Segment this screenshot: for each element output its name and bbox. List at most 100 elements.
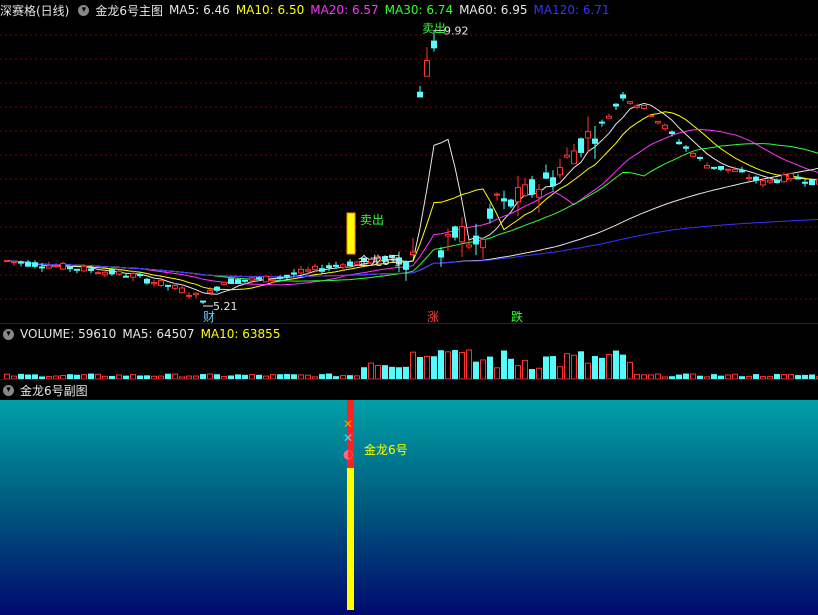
candle [501, 190, 507, 210]
candle [11, 261, 17, 266]
volume-bar [424, 356, 430, 380]
volume-bar [473, 361, 479, 380]
candle [263, 275, 269, 283]
ma60-line [6, 167, 818, 278]
volume-bar [466, 349, 472, 380]
candle [228, 278, 234, 284]
candle [578, 137, 584, 158]
candle [95, 270, 101, 275]
candle [697, 156, 703, 162]
candle [291, 269, 297, 277]
candle [319, 264, 325, 274]
chevron-down-icon[interactable]: ▾ [3, 384, 14, 396]
volume-bar [585, 362, 591, 380]
candle [410, 237, 416, 257]
volume-bar [613, 350, 619, 380]
volume-bar [536, 367, 542, 380]
volume-bar [606, 353, 612, 380]
high-price-label: 9.92 [444, 24, 469, 37]
moving-average-lines [6, 102, 818, 295]
sell-signal-label: 卖出 [422, 21, 446, 35]
volume-bar [599, 357, 605, 380]
candle [144, 277, 150, 285]
candle [347, 259, 353, 267]
volume-bar [361, 367, 367, 380]
candle [25, 260, 31, 268]
volume-bar [620, 354, 626, 380]
candle [788, 172, 794, 182]
volume-bar [494, 367, 500, 380]
sub-chart-title[interactable]: 金龙6号副图 [20, 382, 88, 399]
volume-bar [515, 365, 521, 380]
volume-header: ▾ VOLUME: 59610 MA5: 64507 MA10: 63855 [0, 324, 818, 344]
candle [809, 179, 815, 186]
candle [648, 114, 654, 118]
candle [151, 279, 157, 287]
volume-bar [375, 364, 381, 380]
candle [606, 113, 612, 119]
sub-chart-header: ▾ 金龙6号副图 [0, 380, 818, 400]
butterfly-icon: ✕ [343, 431, 353, 445]
candle [32, 260, 38, 269]
candle [522, 177, 528, 197]
candle [683, 145, 689, 152]
sell-signal-label: 卖出 [360, 213, 384, 227]
candle [655, 120, 661, 125]
candle [662, 123, 668, 131]
volume-bar [529, 369, 535, 380]
candle [753, 175, 759, 184]
candle [186, 292, 192, 300]
candle [543, 164, 549, 180]
candle [480, 237, 486, 259]
bottom-marker: 涨 [427, 309, 439, 324]
volume-bar [403, 366, 409, 380]
volume-ma5-readout: MA5: 64507 [122, 327, 195, 341]
volume-bar [417, 357, 423, 380]
volume-bar [396, 367, 402, 380]
candle [802, 179, 808, 187]
candle [732, 166, 738, 172]
candle [515, 175, 521, 217]
volume-ma10-readout: MA10: 63855 [200, 327, 281, 341]
candle [53, 262, 59, 268]
candle [403, 260, 409, 281]
candle [676, 138, 682, 145]
candle [550, 170, 556, 191]
candle [571, 143, 577, 165]
bottom-marker: 跌 [511, 309, 523, 324]
candle [494, 192, 500, 201]
price-chart[interactable]: 9.92卖出5.21卖出金龙6号财涨跌✕✕◐ 金龙6号 [0, 0, 818, 615]
candle [599, 119, 605, 127]
low-price-label: 5.21 [213, 300, 238, 313]
candle [158, 280, 164, 287]
volume-bar [550, 356, 556, 380]
signal-label: 金龙6号 [358, 253, 402, 268]
candle [424, 47, 430, 77]
candle [221, 281, 227, 286]
candle [781, 172, 787, 183]
candle [704, 162, 710, 169]
candle [473, 223, 479, 256]
candle [438, 247, 444, 267]
candle [417, 86, 423, 98]
butterfly-icon: ✕ [343, 417, 353, 431]
candle [557, 158, 563, 179]
volume-bar [487, 356, 493, 380]
candle [249, 276, 255, 284]
candle [627, 101, 633, 105]
chevron-down-icon[interactable]: ▾ [3, 328, 14, 340]
volume-bar [571, 354, 577, 380]
candle [508, 198, 514, 209]
bottom-marker: 财 [203, 310, 215, 324]
candle [67, 266, 73, 272]
volume-bar [368, 362, 374, 380]
candle [564, 147, 570, 159]
candle [200, 300, 206, 304]
candle [585, 116, 591, 152]
candle [620, 91, 626, 101]
candle [613, 103, 619, 111]
candle [60, 261, 66, 271]
candle [746, 173, 752, 182]
candle [690, 151, 696, 158]
candle [298, 265, 304, 275]
